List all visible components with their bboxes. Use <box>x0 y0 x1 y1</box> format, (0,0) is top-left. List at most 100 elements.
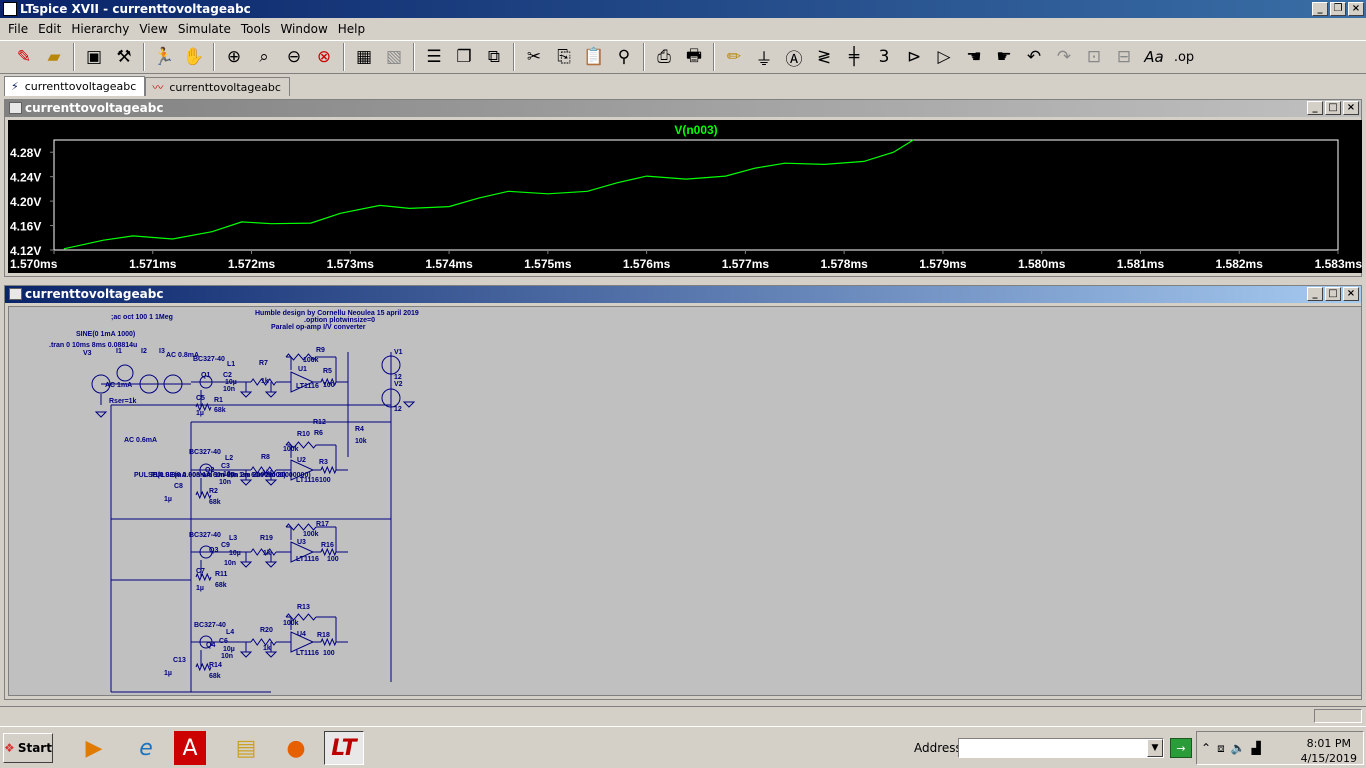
file-explorer-icon[interactable]: ▤ <box>226 731 266 765</box>
open-folder-icon[interactable]: ▰ <box>40 43 68 71</box>
new-schematic-icon[interactable]: ✎ <box>10 43 38 71</box>
copy-icon[interactable]: ⎘ <box>550 43 578 71</box>
menu-help[interactable]: Help <box>333 22 370 36</box>
resistor-icon[interactable]: ≷ <box>810 43 838 71</box>
close-button[interactable]: × <box>1348 2 1364 16</box>
tile-horizontal-icon[interactable]: ☰ <box>420 43 448 71</box>
address-input[interactable]: ▼ <box>958 738 1164 758</box>
redo-icon[interactable]: ↷ <box>1050 43 1078 71</box>
capacitor-icon[interactable]: ╪ <box>840 43 868 71</box>
print-preview-icon[interactable]: ⎙ <box>650 43 678 71</box>
waveform-chart[interactable]: 1.570ms 1.571ms 1.572ms 1.573ms 1.574ms 1.575… <box>8 120 1362 273</box>
component-label: C13 <box>173 657 186 664</box>
zoom-in-icon[interactable]: ⊕ <box>220 43 248 71</box>
trace-label-v-n003[interactable]: V(n003) <box>674 123 717 137</box>
menu-window[interactable]: Window <box>275 22 332 36</box>
media-player-icon[interactable]: ▶ <box>74 731 114 765</box>
move-hand-icon[interactable]: ☚ <box>960 43 988 71</box>
volume-icon[interactable]: 🔈 <box>1231 741 1246 755</box>
start-button[interactable]: ❖ Start <box>3 733 53 763</box>
ground-icon[interactable]: ⏚ <box>750 43 778 71</box>
system-tray: ⌃ ⧈ 🔈 ▟ 8:01 PM 4/15/2019 <box>1196 731 1364 765</box>
source-symbol[interactable] <box>116 364 134 382</box>
tile-vertical-icon[interactable]: ⧉ <box>480 43 508 71</box>
tab-waveform[interactable]: 〰 currenttovoltageabc <box>145 77 290 96</box>
drag-hand-icon[interactable]: ☛ <box>990 43 1018 71</box>
waveform-plot-area[interactable]: 1.570ms 1.571ms 1.572ms 1.573ms 1.574ms 1.575… <box>8 120 1362 273</box>
schematic-maximize-button[interactable]: □ <box>1325 287 1341 301</box>
zoom-out-icon[interactable]: ⊖ <box>280 43 308 71</box>
component-icon[interactable]: ▷ <box>930 43 958 71</box>
acrobat-reader-icon[interactable]: A <box>174 731 206 765</box>
internet-explorer-icon[interactable]: e <box>126 731 166 765</box>
cut-icon[interactable]: ✂ <box>520 43 548 71</box>
inductor-icon[interactable]: 3 <box>870 43 898 71</box>
schematic-close-button[interactable]: × <box>1343 287 1359 301</box>
minimize-button[interactable]: _ <box>1312 2 1328 16</box>
diode-icon[interactable]: ⊳ <box>900 43 928 71</box>
waveform-minimize-button[interactable]: _ <box>1307 101 1323 115</box>
undo-icon[interactable]: ↶ <box>1020 43 1048 71</box>
component-label: 1µ <box>164 670 172 677</box>
menu-edit[interactable]: Edit <box>33 22 66 36</box>
resistor-symbol[interactable] <box>320 465 337 475</box>
mirror-icon[interactable]: ⊟ <box>1110 43 1138 71</box>
waveform-close-button[interactable]: × <box>1343 101 1359 115</box>
draw-wire-icon[interactable]: ✏ <box>720 43 748 71</box>
component-label: 100k <box>283 446 299 453</box>
schematic-canvas[interactable]: Humble design by Cornellu Neoulea 15 apr… <box>8 306 1362 696</box>
run-icon[interactable]: 🏃 <box>150 43 178 71</box>
clock[interactable]: 8:01 PM 4/15/2019 <box>1301 736 1357 766</box>
ltspice-taskbar-icon[interactable]: LT <box>324 731 364 765</box>
rotate-icon[interactable]: ⊡ <box>1080 43 1108 71</box>
text-icon[interactable]: Aa <box>1140 43 1168 71</box>
zoom-cancel-icon[interactable]: ⊗ <box>310 43 338 71</box>
trace-line-v-n003[interactable] <box>63 139 914 250</box>
schematic-drawing[interactable]: Humble design by Cornellu Neoulea 15 apr… <box>9 307 1363 697</box>
paste-icon[interactable]: 📋 <box>580 43 608 71</box>
restore-button[interactable]: ❐ <box>1330 2 1346 16</box>
go-button[interactable]: → <box>1170 738 1192 758</box>
tray-expand-icon[interactable]: ⌃ <box>1201 741 1211 755</box>
resistor-symbol[interactable] <box>320 637 337 647</box>
network-icon[interactable]: ⧈ <box>1217 741 1225 756</box>
tab-schematic[interactable]: ⚡ currenttovoltageabc <box>4 76 146 96</box>
component-label: 10µ <box>223 646 235 653</box>
autorange-icon[interactable]: ▦ <box>350 43 378 71</box>
component-label: 68k <box>214 407 226 414</box>
schematic-minimize-button[interactable]: _ <box>1307 287 1323 301</box>
x-tick-label: 1.575ms <box>524 257 572 271</box>
waveform-maximize-button[interactable]: □ <box>1325 101 1341 115</box>
spice-directive-icon[interactable]: .op <box>1170 43 1198 71</box>
schematic-icon: ⚡ <box>11 80 19 93</box>
ground-symbol <box>239 391 253 398</box>
zoom-pan-icon[interactable]: ⌕ <box>250 43 278 71</box>
halt-hand-icon[interactable]: ✋ <box>180 43 208 71</box>
component-label: I2 <box>141 348 147 355</box>
circuit-description-text: Paralel op-amp I/V converter <box>271 324 366 331</box>
plot-frame <box>53 139 1339 251</box>
resistor-symbol[interactable] <box>320 547 337 557</box>
find-binoculars-icon[interactable]: ⚲ <box>610 43 638 71</box>
menu-view[interactable]: View <box>134 22 172 36</box>
menu-hierarchy[interactable]: Hierarchy <box>66 22 134 36</box>
menu-tools[interactable]: Tools <box>236 22 276 36</box>
waveform-window-icon <box>9 102 22 114</box>
component-label: U4 <box>297 631 306 638</box>
control-panel-hammer-icon[interactable]: ⚒ <box>110 43 138 71</box>
status-bar <box>0 706 1366 724</box>
print-icon[interactable]: 🖶 <box>680 43 708 71</box>
component-label: C5 <box>196 395 205 402</box>
firefox-icon[interactable]: ● <box>276 731 316 765</box>
address-dropdown-icon[interactable]: ▼ <box>1147 739 1163 757</box>
menu-simulate[interactable]: Simulate <box>173 22 236 36</box>
save-icon[interactable]: ▣ <box>80 43 108 71</box>
cascade-icon[interactable]: ❐ <box>450 43 478 71</box>
component-label: C9 <box>221 542 230 549</box>
signal-icon[interactable]: ▟ <box>1252 741 1261 755</box>
label-net-icon[interactable]: Ⓐ <box>780 43 808 71</box>
component-label: L1 <box>227 361 235 368</box>
component-label: 1µ <box>164 496 172 503</box>
fft-icon[interactable]: ▧ <box>380 43 408 71</box>
menu-file[interactable]: File <box>3 22 33 36</box>
